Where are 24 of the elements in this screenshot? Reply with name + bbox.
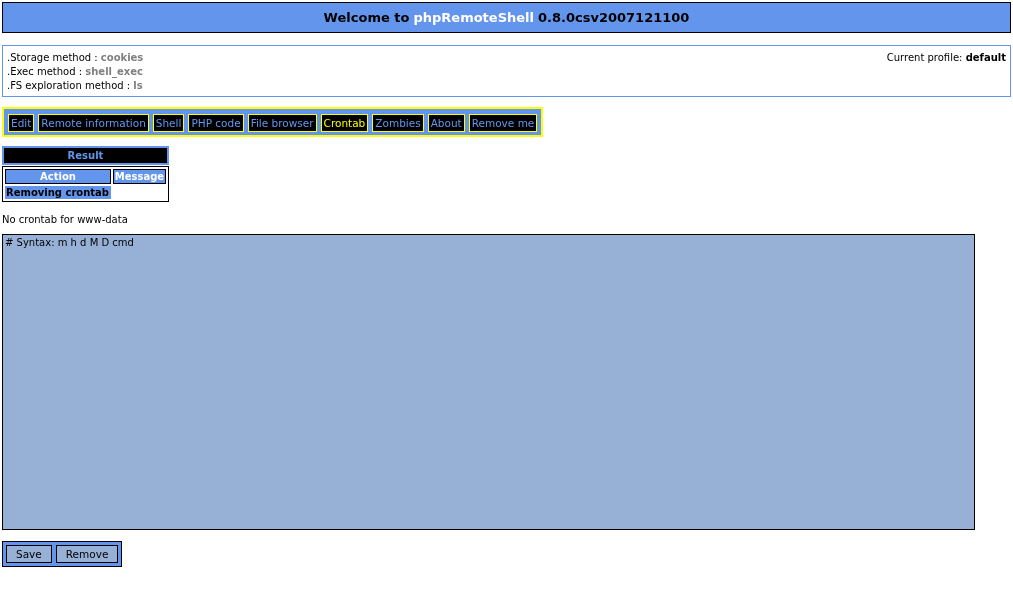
info-line: .Storage method : cookies bbox=[7, 51, 144, 65]
nav-tab[interactable]: File browser bbox=[247, 114, 317, 132]
action-button[interactable]: Save bbox=[6, 545, 52, 563]
column-header: Action bbox=[5, 169, 111, 184]
nav-tab[interactable]: Zombies bbox=[372, 114, 424, 132]
nav-tab[interactable]: Remote information bbox=[38, 114, 149, 132]
info-line: .FS exploration method : ls bbox=[7, 79, 144, 93]
info-line: .Exec method : shell_exec bbox=[7, 65, 144, 79]
nav-tab[interactable]: Crontab bbox=[320, 114, 369, 132]
crontab-editor[interactable]: # Syntax: m h d M D cmd bbox=[2, 234, 975, 530]
table-cell: Removing crontab bbox=[5, 186, 111, 199]
profile-text: Current profile: default bbox=[886, 51, 1006, 65]
app-name: phpRemoteShell bbox=[413, 10, 534, 25]
column-header: Message bbox=[113, 169, 166, 184]
nav-tab[interactable]: Shell bbox=[152, 114, 185, 132]
status-message: No crontab for www-data bbox=[2, 214, 129, 225]
nav-tab[interactable]: Edit bbox=[8, 114, 35, 132]
welcome-text: Welcome to bbox=[323, 10, 410, 25]
version-text: 0.8.0csv2007121100 bbox=[538, 10, 690, 25]
nav-tab[interactable]: PHP code bbox=[188, 114, 244, 132]
action-button[interactable]: Remove bbox=[55, 545, 119, 563]
nav-tab[interactable]: About bbox=[427, 114, 465, 132]
result-title: Result bbox=[2, 146, 169, 165]
nav-tab[interactable]: Remove me bbox=[468, 114, 538, 132]
